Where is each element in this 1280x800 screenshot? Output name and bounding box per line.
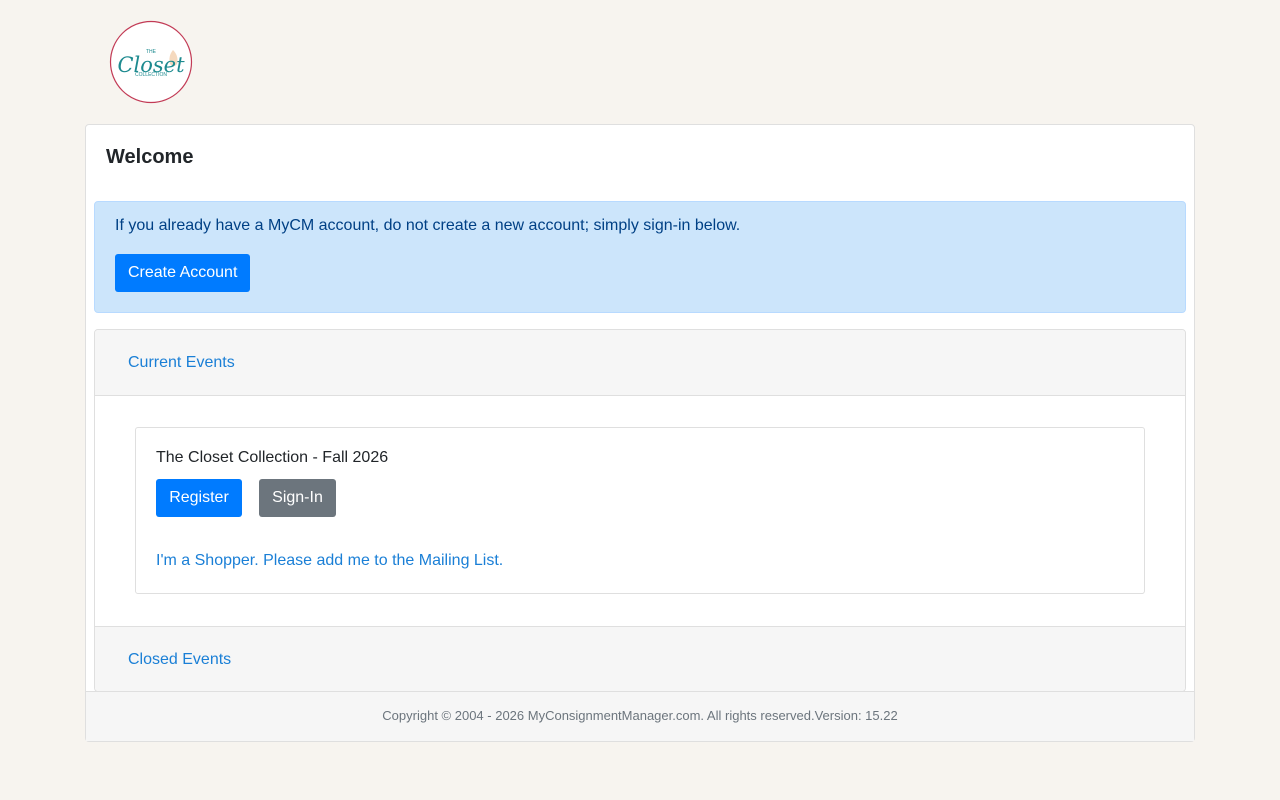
page-title: Welcome [106, 146, 194, 168]
event-card: The Closet Collection - Fall 2026 Regist… [135, 427, 1145, 594]
logo-image: THE Closet COLLECTION [109, 20, 193, 104]
current-events-header: Current Events [95, 330, 1185, 396]
logo-text-bottom: COLLECTION [135, 72, 167, 78]
event-title: The Closet Collection - Fall 2026 [156, 449, 389, 466]
closed-events-header: Closed Events [95, 626, 1185, 691]
current-events-link[interactable]: Current Events [128, 354, 235, 372]
logo: THE Closet COLLECTION [109, 20, 193, 104]
events-accordion: Current Events The Closet Collection - F… [94, 329, 1186, 692]
closed-events-link[interactable]: Closed Events [128, 651, 231, 669]
footer: Copyright © 2004 - 2026 MyConsignmentMan… [86, 691, 1194, 741]
welcome-card: Welcome If you already have a MyCM accou… [85, 124, 1195, 742]
create-account-button[interactable]: Create Account [115, 254, 250, 292]
info-alert: If you already have a MyCM account, do n… [94, 201, 1186, 313]
sign-in-button[interactable]: Sign-In [259, 479, 336, 517]
footer-copyright: Copyright © 2004 - 2026 MyConsignmentMan… [382, 708, 898, 723]
register-button[interactable]: Register [156, 479, 242, 517]
mailing-list-link[interactable]: I'm a Shopper. Please add me to the Mail… [156, 552, 503, 570]
alert-message: If you already have a MyCM account, do n… [115, 217, 741, 234]
